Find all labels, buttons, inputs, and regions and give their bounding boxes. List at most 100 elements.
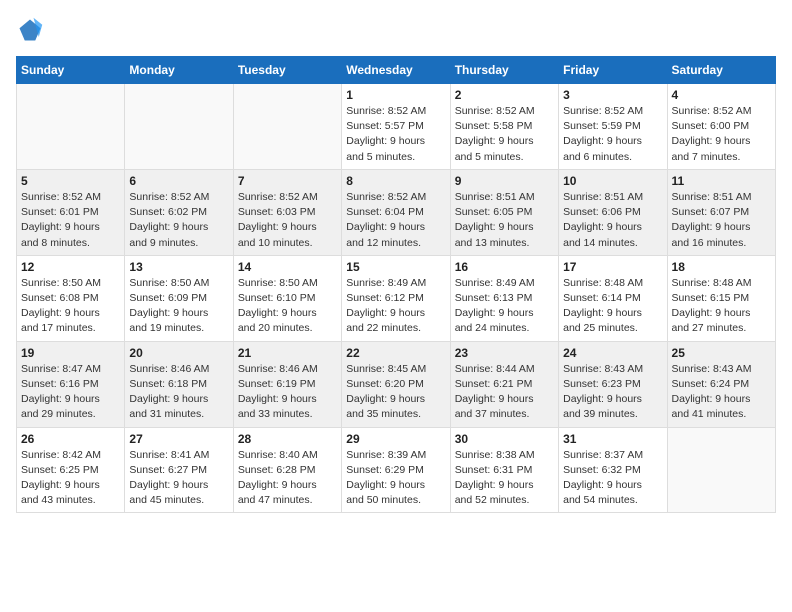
day-number: 31 (563, 432, 662, 446)
day-number: 2 (455, 88, 554, 102)
weekday-header: Saturday (667, 57, 775, 84)
calendar-cell: 18 Sunrise: 8:48 AM Sunset: 6:15 PM Dayli… (667, 255, 775, 341)
day-info: Sunrise: 8:37 AM Sunset: 6:32 PM Dayligh… (563, 448, 662, 509)
day-number: 1 (346, 88, 445, 102)
calendar-cell (667, 427, 775, 513)
calendar-cell: 10 Sunrise: 8:51 AM Sunset: 6:06 PM Dayli… (559, 169, 667, 255)
day-number: 30 (455, 432, 554, 446)
calendar-cell: 13 Sunrise: 8:50 AM Sunset: 6:09 PM Dayli… (125, 255, 233, 341)
day-number: 16 (455, 260, 554, 274)
day-info: Sunrise: 8:52 AM Sunset: 5:58 PM Dayligh… (455, 104, 554, 165)
calendar-cell: 22Sunrise: 8:45 AM Sunset: 6:20 PM Dayli… (342, 341, 450, 427)
calendar-cell: 16 Sunrise: 8:49 AM Sunset: 6:13 PM Dayli… (450, 255, 558, 341)
day-number: 19 (21, 346, 120, 360)
day-number: 10 (563, 174, 662, 188)
day-info: Sunrise: 8:52 AM Sunset: 6:04 PM Dayligh… (346, 190, 445, 251)
day-info: Sunrise: 8:52 AM Sunset: 6:03 PM Dayligh… (238, 190, 337, 251)
day-info: Sunrise: 8:40 AM Sunset: 6:28 PM Dayligh… (238, 448, 337, 509)
calendar-cell: 24 Sunrise: 8:43 AM Sunset: 6:23 PM Dayli… (559, 341, 667, 427)
logo (16, 16, 48, 44)
calendar-cell: 15Sunrise: 8:49 AM Sunset: 6:12 PM Dayli… (342, 255, 450, 341)
day-info: Sunrise: 8:50 AM Sunset: 6:10 PM Dayligh… (238, 276, 337, 337)
logo-icon (16, 16, 44, 44)
calendar-body: 1 Sunrise: 8:52 AM Sunset: 5:57 PM Daylig… (17, 84, 776, 513)
day-info: Sunrise: 8:52 AM Sunset: 5:57 PM Dayligh… (346, 104, 445, 165)
day-info: Sunrise: 8:52 AM Sunset: 6:00 PM Dayligh… (672, 104, 771, 165)
calendar-cell: 29Sunrise: 8:39 AM Sunset: 6:29 PM Dayli… (342, 427, 450, 513)
calendar-table: SundayMondayTuesdayWednesdayThursdayFrid… (16, 56, 776, 513)
calendar-cell: 1 Sunrise: 8:52 AM Sunset: 5:57 PM Daylig… (342, 84, 450, 170)
day-info: Sunrise: 8:52 AM Sunset: 5:59 PM Dayligh… (563, 104, 662, 165)
calendar-cell: 25Sunrise: 8:43 AM Sunset: 6:24 PM Dayli… (667, 341, 775, 427)
weekday-header: Friday (559, 57, 667, 84)
calendar-cell: 26Sunrise: 8:42 AM Sunset: 6:25 PM Dayli… (17, 427, 125, 513)
day-number: 29 (346, 432, 445, 446)
day-number: 20 (129, 346, 228, 360)
day-number: 18 (672, 260, 771, 274)
day-number: 6 (129, 174, 228, 188)
day-number: 24 (563, 346, 662, 360)
calendar-cell: 30 Sunrise: 8:38 AM Sunset: 6:31 PM Dayli… (450, 427, 558, 513)
day-info: Sunrise: 8:49 AM Sunset: 6:13 PM Dayligh… (455, 276, 554, 337)
day-info: Sunrise: 8:38 AM Sunset: 6:31 PM Dayligh… (455, 448, 554, 509)
day-number: 13 (129, 260, 228, 274)
day-info: Sunrise: 8:52 AM Sunset: 6:02 PM Dayligh… (129, 190, 228, 251)
day-info: Sunrise: 8:50 AM Sunset: 6:09 PM Dayligh… (129, 276, 228, 337)
day-info: Sunrise: 8:51 AM Sunset: 6:05 PM Dayligh… (455, 190, 554, 251)
calendar-cell (125, 84, 233, 170)
weekday-header: Monday (125, 57, 233, 84)
calendar-header: SundayMondayTuesdayWednesdayThursdayFrid… (17, 57, 776, 84)
day-info: Sunrise: 8:47 AM Sunset: 6:16 PM Dayligh… (21, 362, 120, 423)
calendar-cell: 3 Sunrise: 8:52 AM Sunset: 5:59 PM Daylig… (559, 84, 667, 170)
day-number: 14 (238, 260, 337, 274)
page-header (16, 16, 776, 44)
day-info: Sunrise: 8:43 AM Sunset: 6:24 PM Dayligh… (672, 362, 771, 423)
weekday-header: Wednesday (342, 57, 450, 84)
calendar-cell: 31 Sunrise: 8:37 AM Sunset: 6:32 PM Dayli… (559, 427, 667, 513)
day-info: Sunrise: 8:51 AM Sunset: 6:06 PM Dayligh… (563, 190, 662, 251)
calendar-week-row: 1 Sunrise: 8:52 AM Sunset: 5:57 PM Daylig… (17, 84, 776, 170)
day-number: 9 (455, 174, 554, 188)
day-number: 11 (672, 174, 771, 188)
calendar-cell: 20 Sunrise: 8:46 AM Sunset: 6:18 PM Dayli… (125, 341, 233, 427)
calendar-cell: 2 Sunrise: 8:52 AM Sunset: 5:58 PM Daylig… (450, 84, 558, 170)
calendar-cell: 4 Sunrise: 8:52 AM Sunset: 6:00 PM Daylig… (667, 84, 775, 170)
calendar-cell: 21Sunrise: 8:46 AM Sunset: 6:19 PM Dayli… (233, 341, 341, 427)
calendar-cell: 28 Sunrise: 8:40 AM Sunset: 6:28 PM Dayli… (233, 427, 341, 513)
calendar-cell: 8 Sunrise: 8:52 AM Sunset: 6:04 PM Daylig… (342, 169, 450, 255)
calendar-week-row: 5 Sunrise: 8:52 AM Sunset: 6:01 PM Daylig… (17, 169, 776, 255)
calendar-cell: 9 Sunrise: 8:51 AM Sunset: 6:05 PM Daylig… (450, 169, 558, 255)
calendar-cell: 19 Sunrise: 8:47 AM Sunset: 6:16 PM Dayli… (17, 341, 125, 427)
day-info: Sunrise: 8:42 AM Sunset: 6:25 PM Dayligh… (21, 448, 120, 509)
day-info: Sunrise: 8:43 AM Sunset: 6:23 PM Dayligh… (563, 362, 662, 423)
day-info: Sunrise: 8:48 AM Sunset: 6:14 PM Dayligh… (563, 276, 662, 337)
day-number: 28 (238, 432, 337, 446)
day-number: 17 (563, 260, 662, 274)
weekday-header: Thursday (450, 57, 558, 84)
day-number: 15 (346, 260, 445, 274)
day-info: Sunrise: 8:48 AM Sunset: 6:15 PM Dayligh… (672, 276, 771, 337)
day-number: 8 (346, 174, 445, 188)
calendar-cell: 14 Sunrise: 8:50 AM Sunset: 6:10 PM Dayli… (233, 255, 341, 341)
day-number: 23 (455, 346, 554, 360)
calendar-cell: 27 Sunrise: 8:41 AM Sunset: 6:27 PM Dayli… (125, 427, 233, 513)
calendar-cell: 7 Sunrise: 8:52 AM Sunset: 6:03 PM Daylig… (233, 169, 341, 255)
day-number: 27 (129, 432, 228, 446)
calendar-cell: 6 Sunrise: 8:52 AM Sunset: 6:02 PM Daylig… (125, 169, 233, 255)
day-number: 3 (563, 88, 662, 102)
calendar-cell (233, 84, 341, 170)
day-number: 7 (238, 174, 337, 188)
day-number: 4 (672, 88, 771, 102)
day-number: 5 (21, 174, 120, 188)
calendar-cell: 17 Sunrise: 8:48 AM Sunset: 6:14 PM Dayli… (559, 255, 667, 341)
day-info: Sunrise: 8:41 AM Sunset: 6:27 PM Dayligh… (129, 448, 228, 509)
weekday-header: Sunday (17, 57, 125, 84)
calendar-cell: 12Sunrise: 8:50 AM Sunset: 6:08 PM Dayli… (17, 255, 125, 341)
day-info: Sunrise: 8:45 AM Sunset: 6:20 PM Dayligh… (346, 362, 445, 423)
day-info: Sunrise: 8:52 AM Sunset: 6:01 PM Dayligh… (21, 190, 120, 251)
calendar-cell: 11Sunrise: 8:51 AM Sunset: 6:07 PM Dayli… (667, 169, 775, 255)
weekday-header: Tuesday (233, 57, 341, 84)
day-info: Sunrise: 8:46 AM Sunset: 6:18 PM Dayligh… (129, 362, 228, 423)
day-info: Sunrise: 8:50 AM Sunset: 6:08 PM Dayligh… (21, 276, 120, 337)
calendar-cell: 5 Sunrise: 8:52 AM Sunset: 6:01 PM Daylig… (17, 169, 125, 255)
